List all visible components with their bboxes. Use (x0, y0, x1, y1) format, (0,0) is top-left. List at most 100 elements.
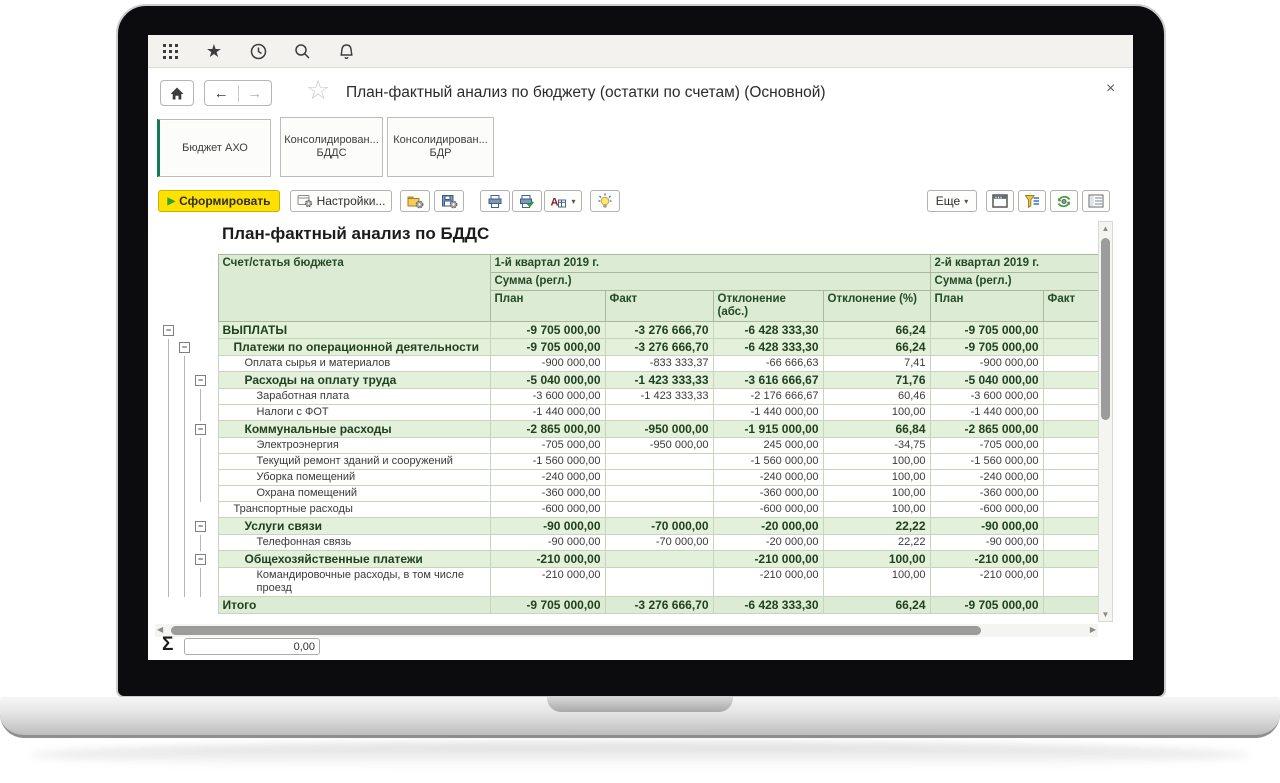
row-value-cell[interactable]: -600 000,00 (713, 502, 823, 518)
row-value-cell[interactable] (1043, 470, 1098, 486)
row-value-cell[interactable] (1043, 356, 1098, 372)
row-value-cell[interactable]: -210 000,00 (930, 551, 1043, 568)
forward-button[interactable]: → (239, 85, 272, 102)
table-settings-button[interactable] (986, 190, 1014, 212)
collapse-box[interactable] (195, 375, 206, 386)
row-name-cell[interactable]: Коммунальные расходы (218, 421, 490, 438)
row-name-cell[interactable]: Налоги с ФОТ (218, 405, 490, 421)
row-value-cell[interactable] (1043, 421, 1098, 438)
print-button[interactable] (480, 190, 510, 212)
row-value-cell[interactable]: -1 440 000,00 (490, 405, 605, 421)
history-icon[interactable] (248, 41, 268, 61)
home-button[interactable] (160, 80, 194, 106)
row-value-cell[interactable]: 71,76 (823, 372, 930, 389)
row-value-cell[interactable] (605, 454, 713, 470)
row-name-cell[interactable]: ВЫПЛАТЫ (218, 322, 490, 339)
row-value-cell[interactable]: -1 560 000,00 (490, 454, 605, 470)
row-value-cell[interactable]: 66,24 (823, 339, 930, 356)
appearance-button[interactable]: А ▾ (544, 190, 582, 212)
row-value-cell[interactable]: -5 040 000,00 (930, 372, 1043, 389)
row-value-cell[interactable]: -90 000,00 (930, 535, 1043, 551)
row-value-cell[interactable]: 100,00 (823, 568, 930, 597)
notifications-bell-icon[interactable] (336, 41, 356, 61)
tab-budget-aho[interactable]: Бюджет АХО (157, 119, 271, 177)
row-value-cell[interactable] (1043, 389, 1098, 405)
row-value-cell[interactable] (1043, 551, 1098, 568)
row-value-cell[interactable]: -66 666,63 (713, 356, 823, 372)
row-value-cell[interactable] (1043, 322, 1098, 339)
row-value-cell[interactable]: -833 333,37 (605, 356, 713, 372)
row-value-cell[interactable]: 66,24 (823, 597, 930, 614)
scroll-right-icon[interactable]: ▶ (1090, 625, 1096, 634)
row-value-cell[interactable] (605, 568, 713, 597)
row-value-cell[interactable]: -900 000,00 (490, 356, 605, 372)
row-value-cell[interactable] (1043, 568, 1098, 597)
collapse-box[interactable] (195, 554, 206, 565)
row-name-cell[interactable]: Командировочные расходы, в том числе про… (218, 568, 490, 597)
row-value-cell[interactable]: -1 423 333,33 (605, 389, 713, 405)
row-value-cell[interactable]: -3 616 666,67 (713, 372, 823, 389)
row-value-cell[interactable]: -3 600 000,00 (490, 389, 605, 405)
row-value-cell[interactable]: -210 000,00 (930, 568, 1043, 597)
row-value-cell[interactable]: 100,00 (823, 405, 930, 421)
print-preview-button[interactable] (512, 190, 542, 212)
row-name-cell[interactable]: Расходы на оплату труда (218, 372, 490, 389)
row-name-cell[interactable]: Общехозяйственные платежи (218, 551, 490, 568)
row-value-cell[interactable]: -6 428 333,30 (713, 322, 823, 339)
row-value-cell[interactable]: -70 000,00 (605, 518, 713, 535)
row-name-cell[interactable]: Уборка помещений (218, 470, 490, 486)
row-value-cell[interactable]: -1 560 000,00 (930, 454, 1043, 470)
row-value-cell[interactable]: -240 000,00 (713, 470, 823, 486)
row-value-cell[interactable]: -9 705 000,00 (930, 322, 1043, 339)
tab-consolidated-bdds[interactable]: Консолидирован... БДДС (280, 117, 383, 177)
row-value-cell[interactable]: -9 705 000,00 (930, 339, 1043, 356)
scroll-up-icon[interactable]: ▲ (1099, 224, 1112, 233)
row-value-cell[interactable]: -1 440 000,00 (930, 405, 1043, 421)
row-value-cell[interactable]: -70 000,00 (605, 535, 713, 551)
close-icon[interactable]: × (1106, 80, 1115, 98)
apps-grid-icon[interactable] (160, 41, 180, 61)
row-value-cell[interactable]: -705 000,00 (490, 438, 605, 454)
row-value-cell[interactable] (1043, 454, 1098, 470)
row-value-cell[interactable]: 66,24 (823, 322, 930, 339)
report-variants-button[interactable] (400, 190, 430, 212)
row-value-cell[interactable]: 66,84 (823, 421, 930, 438)
sum-field[interactable] (184, 638, 320, 655)
collapse-box[interactable] (163, 325, 174, 336)
row-value-cell[interactable] (605, 486, 713, 502)
row-value-cell[interactable]: -90 000,00 (930, 518, 1043, 535)
horizontal-scrollbar[interactable]: ◀ ▶ (155, 624, 1098, 637)
row-value-cell[interactable]: -1 440 000,00 (713, 405, 823, 421)
hint-button[interactable] (590, 190, 620, 212)
row-name-cell[interactable]: Платежи по операционной деятельности (218, 339, 490, 356)
row-value-cell[interactable]: -360 000,00 (713, 486, 823, 502)
row-value-cell[interactable]: -950 000,00 (605, 421, 713, 438)
row-value-cell[interactable]: -210 000,00 (490, 551, 605, 568)
search-icon[interactable] (292, 41, 312, 61)
row-value-cell[interactable]: -240 000,00 (490, 470, 605, 486)
row-value-cell[interactable] (605, 405, 713, 421)
row-value-cell[interactable] (1043, 535, 1098, 551)
row-value-cell[interactable]: -9 705 000,00 (930, 597, 1043, 614)
row-name-cell[interactable]: Заработная плата (218, 389, 490, 405)
row-value-cell[interactable]: -210 000,00 (490, 568, 605, 597)
collapse-box[interactable] (195, 521, 206, 532)
row-value-cell[interactable]: -20 000,00 (713, 518, 823, 535)
row-value-cell[interactable] (1043, 518, 1098, 535)
favorites-star-icon[interactable]: ★ (204, 41, 224, 61)
row-name-cell[interactable]: Услуги связи (218, 518, 490, 535)
row-value-cell[interactable]: 22,22 (823, 518, 930, 535)
row-value-cell[interactable]: 100,00 (823, 454, 930, 470)
row-value-cell[interactable]: -360 000,00 (930, 486, 1043, 502)
row-name-cell[interactable]: Итого (218, 597, 490, 614)
row-value-cell[interactable]: 100,00 (823, 486, 930, 502)
row-value-cell[interactable]: -600 000,00 (490, 502, 605, 518)
row-value-cell[interactable]: -3 276 666,70 (605, 597, 713, 614)
generate-button[interactable]: ▶ Сформировать (158, 190, 280, 212)
row-name-cell[interactable]: Телефонная связь (218, 535, 490, 551)
row-value-cell[interactable]: -2 176 666,67 (713, 389, 823, 405)
row-value-cell[interactable]: -9 705 000,00 (490, 597, 605, 614)
row-value-cell[interactable]: -20 000,00 (713, 535, 823, 551)
refresh-button[interactable] (1050, 190, 1078, 212)
row-value-cell[interactable] (1043, 438, 1098, 454)
